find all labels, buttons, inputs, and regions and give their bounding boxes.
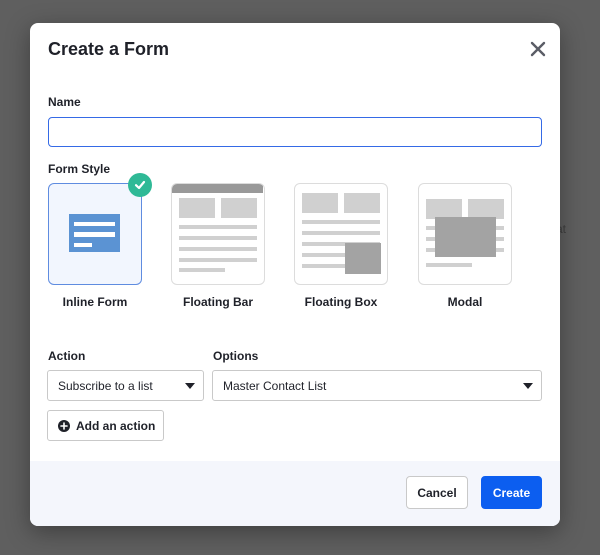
options-select-value: Master Contact List <box>223 378 327 393</box>
form-style-label-floating-box: Floating Box <box>304 295 378 309</box>
action-select-value: Subscribe to a list <box>58 378 153 393</box>
action-label: Action <box>48 349 86 363</box>
add-action-label: Add an action <box>76 418 156 433</box>
options-label: Options <box>213 349 259 363</box>
close-icon <box>530 41 546 57</box>
cancel-button[interactable]: Cancel <box>406 476 468 509</box>
close-button[interactable] <box>524 35 552 63</box>
form-style-option-floating-bar[interactable] <box>171 183 265 285</box>
inline-form-icon <box>69 214 120 252</box>
caret-down-icon <box>185 383 195 389</box>
name-input[interactable] <box>48 117 542 147</box>
modal-title: Create a Form <box>48 39 170 59</box>
form-style-label-floating-bar: Floating Bar <box>182 295 253 309</box>
caret-down-icon <box>523 383 533 389</box>
selected-check-badge <box>128 173 152 197</box>
form-style-label-inline-form: Inline Form <box>62 295 128 309</box>
create-button[interactable]: Create <box>481 476 542 509</box>
form-style-option-modal[interactable] <box>418 183 512 285</box>
add-action-button[interactable]: Add an action <box>47 410 164 441</box>
action-select[interactable]: Subscribe to a list <box>47 370 204 401</box>
name-label: Name <box>48 95 81 109</box>
form-style-option-inline-form[interactable] <box>48 173 152 285</box>
plus-circle-icon <box>58 419 70 432</box>
floating-box-icon <box>302 193 381 274</box>
modal-icon <box>426 199 504 267</box>
options-select[interactable]: Master Contact List <box>212 370 542 401</box>
check-icon <box>134 180 146 190</box>
modal-footer: Cancel Create <box>30 461 560 526</box>
create-form-modal: Create a Form Name Form Style Inline For… <box>30 23 560 526</box>
form-style-label: Form Style <box>48 162 111 176</box>
floating-bar-icon <box>172 184 263 272</box>
form-style-option-floating-box[interactable] <box>294 183 388 285</box>
form-style-label-modal: Modal <box>447 295 483 309</box>
